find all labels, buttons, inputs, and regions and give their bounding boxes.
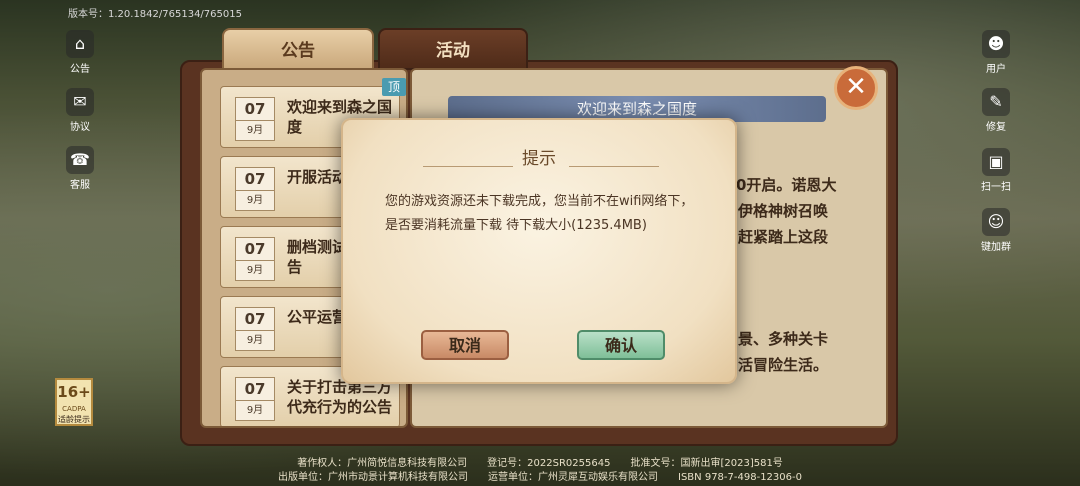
download-prompt-dialog: 提示 您的游戏资源还未下载完成，您当前不在wifi网络下，是否要消耗流量下载 待… [341, 118, 737, 384]
sidebar-scan-button[interactable]: ▣ 扫一扫 [976, 148, 1016, 193]
confirm-button[interactable]: 确认 [577, 330, 665, 360]
close-button[interactable]: ✕ [834, 66, 878, 110]
dialog-message: 您的游戏资源还未下载完成，您当前不在wifi网络下，是否要消耗流量下载 待下载大… [385, 194, 694, 233]
user-icon: ☻ [982, 30, 1010, 58]
agreement-icon: ✉ [66, 88, 94, 116]
sidebar-label: 扫一扫 [981, 182, 1011, 193]
close-icon: ✕ [845, 72, 867, 102]
tab-notice[interactable]: 公告 [222, 28, 374, 70]
sidebar-label: 键加群 [981, 242, 1011, 253]
sidebar-label: 客服 [70, 180, 90, 191]
content-text: 0开启。诺恩大 [736, 176, 837, 194]
content-text: 活冒险生活。 [738, 356, 829, 374]
title-divider-right [569, 166, 659, 167]
date-badge: 07 9月 [235, 377, 275, 421]
publisher-line: 出版单位：广州市动景计算机科技有限公司 运营单位：广州灵犀互动娱乐有限公司 IS… [278, 472, 802, 483]
scan-icon: ▣ [982, 148, 1010, 176]
notice-icon: ⌂ [66, 30, 94, 58]
content-text: 伊格神树召唤 [738, 202, 829, 220]
sidebar-agreement-button[interactable]: ✉ 协议 [60, 88, 100, 133]
age-rating-badge: 16+ CADPA 适龄提示 [55, 378, 93, 426]
content-text: 赶紧踏上这段 [738, 228, 829, 246]
date-badge: 07 9月 [235, 307, 275, 351]
support-icon: ☎ [66, 146, 94, 174]
date-badge: 07 9月 [235, 167, 275, 211]
sidebar-label: 用户 [986, 64, 1006, 75]
repair-icon: ✎ [982, 88, 1010, 116]
sidebar-label: 修复 [986, 122, 1006, 133]
sidebar-label: 协议 [70, 122, 90, 133]
date-badge: 07 9月 [235, 97, 275, 141]
sidebar-user-button[interactable]: ☻ 用户 [976, 30, 1016, 75]
date-badge: 07 9月 [235, 237, 275, 281]
sidebar-repair-button[interactable]: ✎ 修复 [976, 88, 1016, 133]
version-label: 版本号：1.20.1842/765134/765015 [68, 9, 242, 20]
pinned-badge: 顶 [382, 78, 406, 96]
content-text: 景、多种关卡 [738, 330, 829, 348]
sidebar-notice-button[interactable]: ⌂ 公告 [60, 30, 100, 75]
copyright-line: 著作权人：广州简悦信息科技有限公司 登记号：2022SR0255645 批准文号… [297, 458, 783, 469]
cancel-button[interactable]: 取消 [421, 330, 509, 360]
join-group-icon: ☺ [982, 208, 1010, 236]
sidebar-support-button[interactable]: ☎ 客服 [60, 146, 100, 191]
tab-event[interactable]: 活动 [378, 28, 528, 70]
title-divider-left [423, 166, 513, 167]
sidebar-label: 公告 [70, 64, 90, 75]
dialog-title: 提示 [522, 149, 556, 169]
sidebar-join-group-button[interactable]: ☺ 键加群 [976, 208, 1016, 253]
